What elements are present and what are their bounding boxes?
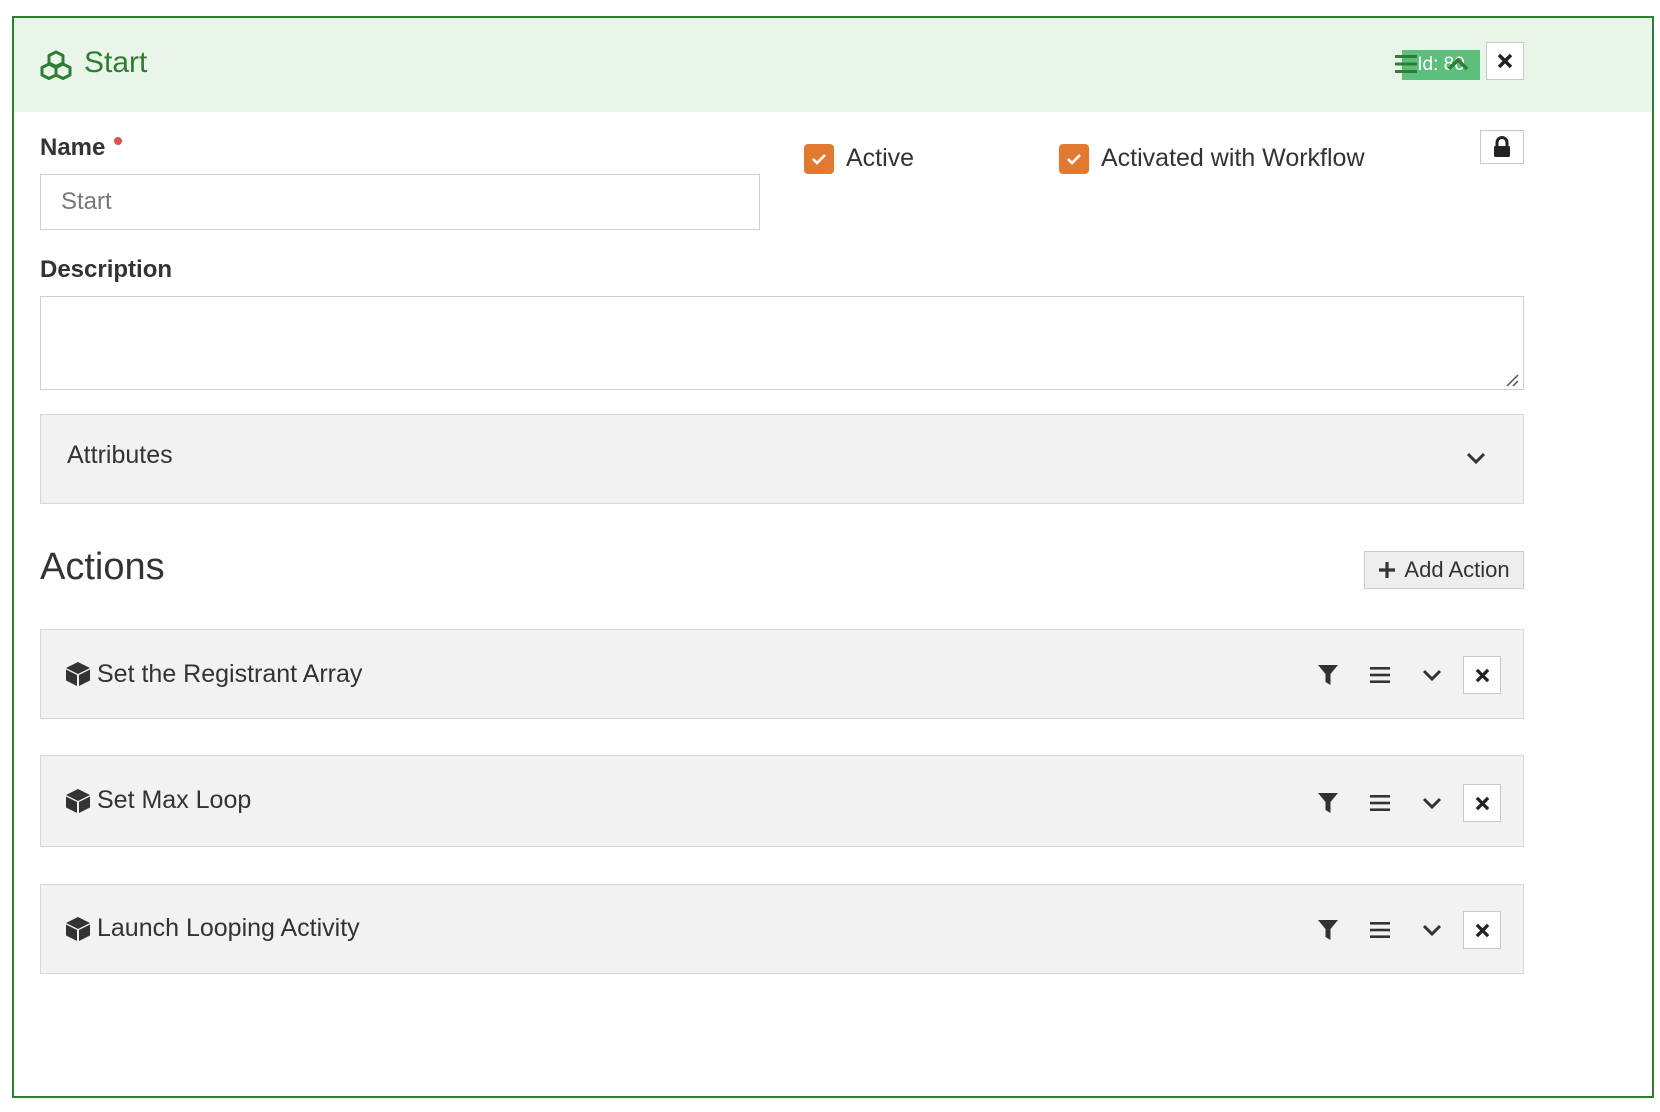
action-delete-button[interactable] <box>1463 911 1501 949</box>
cube-icon <box>66 662 90 686</box>
check-icon <box>812 154 826 165</box>
add-action-button[interactable]: Add Action <box>1364 551 1524 589</box>
action-filter-button[interactable] <box>1313 915 1343 945</box>
bars-icon <box>1370 667 1390 683</box>
activated-with-workflow-checkbox[interactable] <box>1059 144 1089 174</box>
bars-icon <box>1395 55 1417 73</box>
action-reorder-button[interactable] <box>1365 915 1395 945</box>
bars-icon <box>1370 922 1390 938</box>
resize-handle-icon[interactable] <box>1504 372 1520 388</box>
collapse-button[interactable] <box>1440 46 1476 82</box>
action-item[interactable]: Set the Registrant Array <box>40 629 1524 719</box>
chevron-up-icon <box>1447 57 1469 71</box>
active-checkbox[interactable] <box>804 144 834 174</box>
attributes-title: Attributes <box>67 441 173 469</box>
action-delete-button[interactable] <box>1463 656 1501 694</box>
action-title: Set the Registrant Array <box>97 660 363 688</box>
activity-panel: Start Id: 80 Name Active <box>12 16 1654 1098</box>
bars-icon <box>1370 795 1390 811</box>
expand-attributes-button[interactable] <box>1461 443 1491 473</box>
required-indicator <box>114 137 122 145</box>
active-label: Active <box>846 144 915 172</box>
close-icon <box>1475 668 1489 682</box>
cubes-icon <box>40 50 72 80</box>
action-reorder-button[interactable] <box>1365 788 1395 818</box>
action-delete-button[interactable] <box>1463 784 1501 822</box>
name-input[interactable] <box>40 174 760 230</box>
action-item[interactable]: Launch Looping Activity <box>40 884 1524 974</box>
chevron-down-icon <box>1422 797 1442 809</box>
name-label: Name <box>40 134 106 161</box>
panel-header: Start Id: 80 <box>14 18 1652 112</box>
action-title: Launch Looping Activity <box>97 914 360 942</box>
filter-icon <box>1318 920 1338 940</box>
close-icon <box>1497 53 1513 69</box>
chevron-down-icon <box>1466 452 1486 464</box>
action-expand-button[interactable] <box>1417 788 1447 818</box>
reorder-menu-button[interactable] <box>1388 46 1424 82</box>
action-title: Set Max Loop <box>97 786 252 814</box>
action-item[interactable]: Set Max Loop <box>40 755 1524 847</box>
close-panel-button[interactable] <box>1486 42 1524 80</box>
filter-icon <box>1318 793 1338 813</box>
close-icon <box>1475 923 1489 937</box>
action-filter-button[interactable] <box>1313 788 1343 818</box>
chevron-down-icon <box>1422 669 1442 681</box>
plus-icon <box>1379 562 1396 578</box>
description-textarea[interactable] <box>40 296 1524 390</box>
action-expand-button[interactable] <box>1417 915 1447 945</box>
action-expand-button[interactable] <box>1417 660 1447 690</box>
lock-icon <box>1494 136 1510 157</box>
actions-heading: Actions <box>40 546 165 588</box>
check-icon <box>1067 154 1081 165</box>
cube-icon <box>66 789 90 813</box>
cube-icon <box>66 917 90 941</box>
filter-icon <box>1318 665 1338 685</box>
chevron-down-icon <box>1422 924 1442 936</box>
lock-button[interactable] <box>1480 130 1524 164</box>
add-action-label: Add Action <box>1404 557 1510 582</box>
panel-title: Start <box>84 46 148 79</box>
close-icon <box>1475 796 1489 810</box>
action-filter-button[interactable] <box>1313 660 1343 690</box>
activated-with-workflow-label: Activated with Workflow <box>1101 144 1365 172</box>
description-label: Description <box>40 256 173 283</box>
attributes-section[interactable]: Attributes <box>40 414 1524 504</box>
action-reorder-button[interactable] <box>1365 660 1395 690</box>
